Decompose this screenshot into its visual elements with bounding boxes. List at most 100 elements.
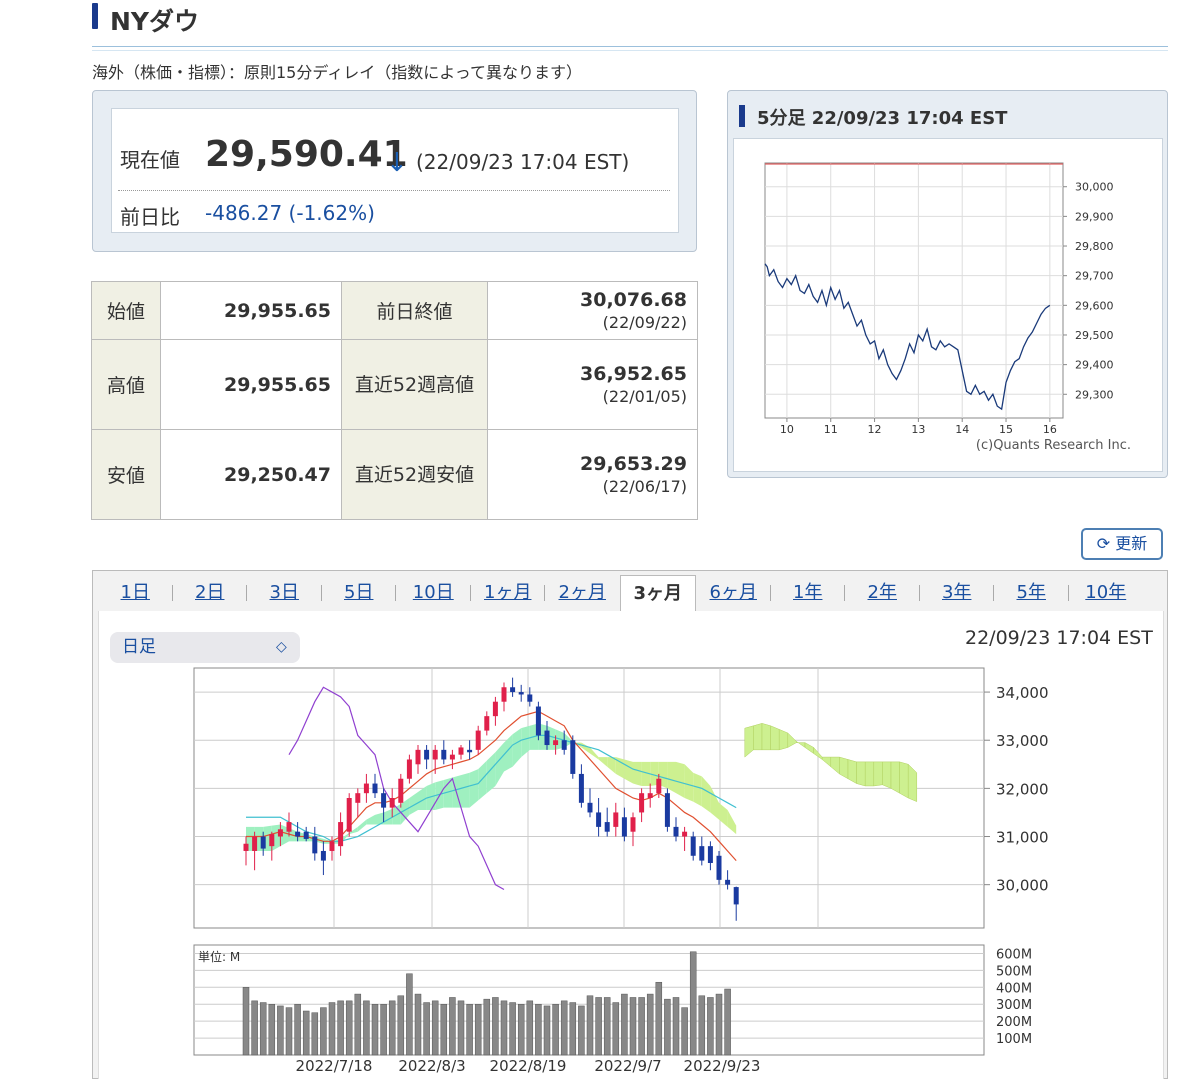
ichimoku-cloud-segment: [461, 772, 470, 808]
volume-bar: [242, 987, 250, 1056]
volume-bar: [569, 1002, 577, 1056]
volume-bar: [681, 1007, 688, 1056]
tab-1m[interactable]: 1ヶ月: [471, 575, 546, 611]
current-price-time: (22/09/23 17:04 EST): [416, 150, 630, 174]
volume-bar: [431, 1000, 439, 1056]
volume-bar: [354, 993, 362, 1056]
x-tick-label: 2022/8/19: [490, 1057, 567, 1075]
candle-body: [639, 793, 645, 813]
tab-10d[interactable]: 10日: [396, 575, 471, 611]
tab-5d[interactable]: 5日: [322, 575, 397, 611]
interval-select[interactable]: 日足: [110, 632, 300, 663]
tab-3y[interactable]: 3年: [920, 575, 995, 611]
volume-bar: [638, 997, 645, 1056]
volume-bar: [302, 1010, 310, 1056]
tab-2y[interactable]: 2年: [845, 575, 920, 611]
volume-bar: [251, 1000, 258, 1056]
volume-bar: [655, 981, 663, 1056]
x-tick-label: 10: [780, 423, 794, 436]
y-tick-label: 29,600: [1075, 299, 1114, 312]
stat-label: 安値: [91, 429, 161, 520]
candle-body: [398, 778, 404, 803]
candle-body: [329, 841, 335, 851]
ichimoku-cloud-future: [770, 725, 780, 751]
candle-body: [406, 759, 412, 779]
tab-1y[interactable]: 1年: [771, 575, 846, 611]
tab-5y[interactable]: 5年: [994, 575, 1069, 611]
ichimoku-cloud-segment: [693, 772, 702, 807]
candle-body: [415, 749, 421, 765]
refresh-icon: ⟳: [1096, 534, 1111, 553]
refresh-label: 更新: [1115, 534, 1148, 553]
candle-body: [286, 822, 292, 832]
stat-label: 直近52週安値: [341, 429, 488, 520]
stat-value: 29,250.47: [160, 429, 342, 520]
candle-body: [260, 836, 266, 849]
candle-body: [312, 836, 318, 854]
candle-body: [682, 831, 688, 837]
candle-body: [424, 749, 430, 760]
tab-6m[interactable]: 6ヶ月: [696, 575, 771, 611]
volume-bar: [664, 998, 671, 1056]
candle-body: [389, 798, 395, 808]
page-title: NYダウ: [110, 7, 200, 36]
volume-bar: [363, 1000, 370, 1056]
y-tick-label: 32,000: [996, 780, 1049, 798]
volume-bar: [345, 1000, 353, 1056]
x-tick-label: 13: [911, 423, 925, 436]
candle-body: [269, 834, 275, 847]
candle-body: [484, 716, 490, 731]
y-tick-label: 30,000: [996, 877, 1049, 895]
volume-bar: [320, 1007, 327, 1056]
volume-bar: [500, 1000, 508, 1056]
volume-tick-label: 100M: [996, 1032, 1032, 1047]
stat-label: 高値: [91, 339, 161, 430]
volume-bar: [595, 997, 602, 1056]
volume-tick-label: 200M: [996, 1015, 1032, 1030]
y-tick-label: 31,000: [996, 829, 1049, 847]
tab-2m[interactable]: 2ヶ月: [545, 575, 620, 611]
candle-body: [673, 826, 679, 837]
candle-body: [621, 817, 627, 837]
ichimoku-cloud-future: [882, 761, 892, 789]
volume-bar: [707, 997, 714, 1056]
tab-10y[interactable]: 10年: [1069, 575, 1144, 611]
volume-bar: [380, 1003, 387, 1056]
tab-3m[interactable]: 3ヶ月: [619, 575, 696, 611]
stat-label: 直近52週高値: [341, 339, 488, 430]
candle-body: [664, 793, 670, 827]
volume-bar: [698, 995, 706, 1056]
volume-bar: [483, 998, 491, 1056]
x-tick-label: 15: [999, 423, 1013, 436]
tab-2d[interactable]: 2日: [173, 575, 248, 611]
stat-value-cell: 29,653.29 (22/06/17): [487, 429, 698, 520]
candle-body: [535, 706, 541, 736]
candle-body: [613, 812, 619, 827]
volume-bar: [466, 1003, 473, 1056]
volume-bar: [621, 993, 628, 1056]
ichimoku-cloud-future: [761, 723, 771, 751]
refresh-button[interactable]: ⟳ 更新: [1081, 528, 1163, 560]
candle-body: [381, 793, 387, 808]
candle-body: [510, 687, 516, 693]
chart-timestamp: 22/09/23 17:04 EST: [965, 627, 1153, 649]
volume-bar: [543, 1005, 551, 1056]
candle-body: [338, 822, 344, 847]
stat-value-cell: 36,952.65 (22/01/05): [487, 339, 698, 430]
volume-bar: [440, 1003, 448, 1056]
volume-bar: [406, 973, 413, 1056]
stats-table: 始値 29,955.65 前日終値 30,076.68 (22/09/22) 高…: [91, 281, 698, 520]
title-divider: [92, 46, 1168, 47]
ichimoku-cloud-segment: [676, 761, 685, 798]
candle-body: [243, 843, 249, 851]
volume-bar: [337, 1000, 344, 1056]
y-tick-label: 34,000: [996, 684, 1049, 702]
volume-tick-label: 500M: [996, 964, 1032, 979]
y-tick-label: 29,700: [1075, 270, 1114, 283]
x-tick-label: 14: [955, 423, 969, 436]
tab-3d[interactable]: 3日: [247, 575, 322, 611]
candle-body: [561, 740, 567, 750]
candle-body: [295, 831, 301, 837]
tab-1d[interactable]: 1日: [98, 575, 173, 611]
candle-body: [449, 754, 455, 760]
